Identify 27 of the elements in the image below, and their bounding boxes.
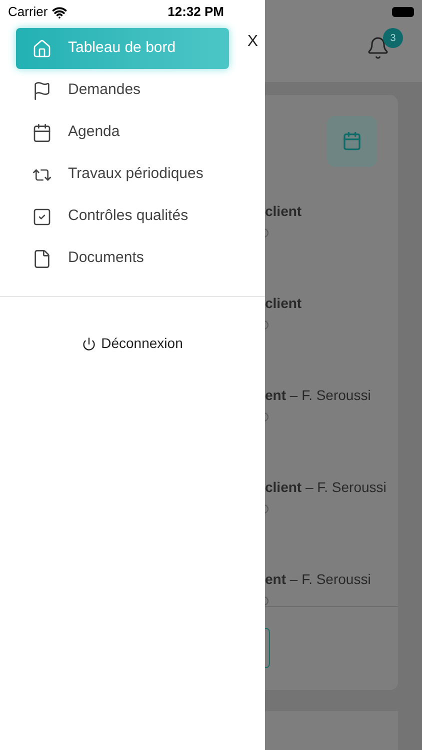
menu-item[interactable]: Travaux périodiques bbox=[16, 154, 229, 195]
notification-badge: 3 bbox=[383, 28, 403, 48]
outline-button[interactable] bbox=[265, 628, 270, 668]
request-title: client bbox=[265, 294, 303, 313]
request-title: client bbox=[265, 202, 303, 221]
menu-item[interactable]: Documents bbox=[16, 238, 229, 279]
calendar-icon bbox=[342, 131, 362, 152]
power-icon bbox=[82, 336, 96, 350]
carrier-label: Carrier bbox=[8, 3, 48, 22]
close-button[interactable]: X bbox=[247, 30, 258, 54]
request-title: client – F. Seroussi bbox=[265, 478, 388, 497]
calendar-icon bbox=[32, 122, 52, 142]
menu-item[interactable]: Demandes bbox=[16, 70, 229, 111]
checkbox-icon bbox=[32, 206, 52, 226]
status-time: 12:32 PM bbox=[168, 3, 224, 22]
request-title: ent – F. Seroussi bbox=[265, 386, 372, 405]
home-icon bbox=[32, 38, 52, 58]
menu-item[interactable]: Agenda bbox=[16, 112, 229, 153]
bell-icon[interactable] bbox=[366, 36, 390, 60]
document-icon bbox=[32, 248, 52, 268]
logout-button[interactable]: Déconnexion bbox=[82, 333, 183, 354]
wifi-icon bbox=[52, 4, 67, 20]
calendar-button[interactable] bbox=[327, 116, 377, 167]
flag-icon bbox=[32, 80, 52, 100]
request-title: ent – F. Seroussi bbox=[265, 570, 372, 589]
battery-icon bbox=[392, 7, 414, 17]
menu-item[interactable]: Contrôles qualités bbox=[16, 196, 229, 237]
